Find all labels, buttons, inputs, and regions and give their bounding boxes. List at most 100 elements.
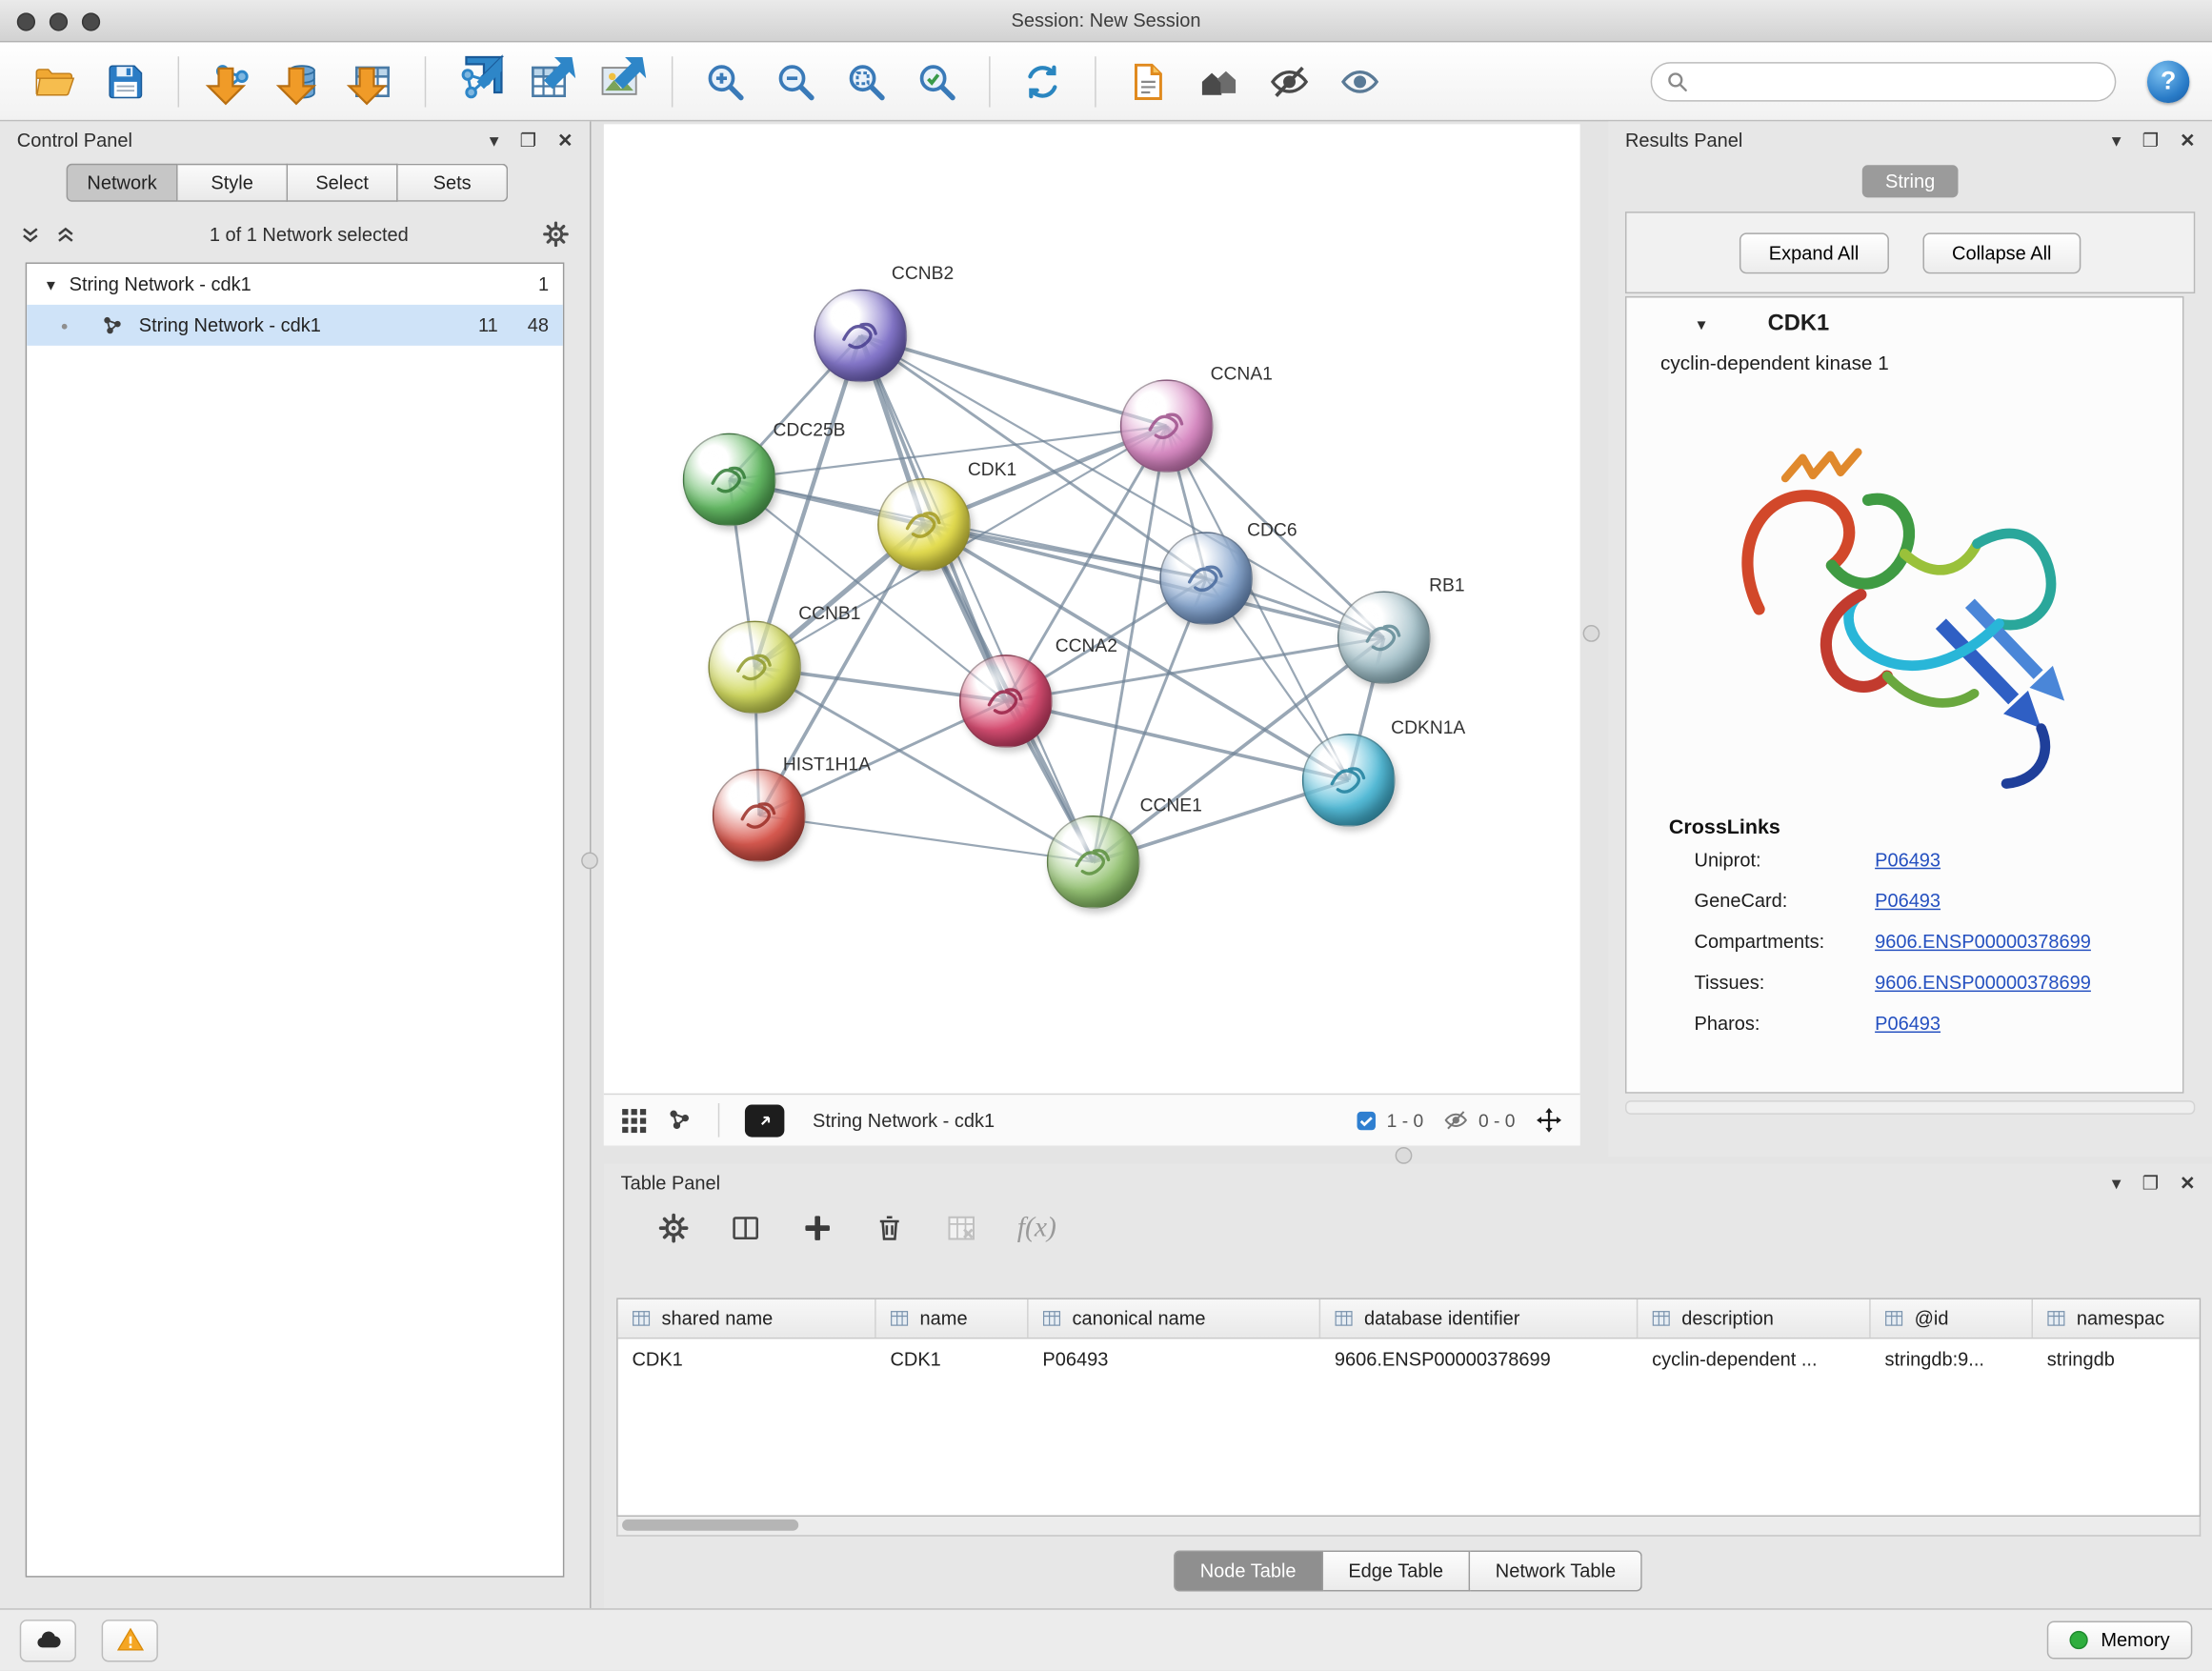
import-network-file-button[interactable] <box>199 50 264 112</box>
network-canvas[interactable]: CCNB2CCNA1CDC25BCDK1CDC6RB1CCNB1CCNA2CDK… <box>604 124 1580 1093</box>
column-header-namespace[interactable]: namespac <box>2033 1299 2201 1338</box>
network-node-RB1[interactable] <box>1337 591 1431 684</box>
export-arrow-icon <box>604 53 646 95</box>
function-builder-button[interactable]: f(x) <box>1017 1212 1056 1244</box>
hide-details-button[interactable] <box>1257 50 1321 112</box>
tree-expand-icon[interactable]: ▾ <box>47 274 55 294</box>
export-image-button[interactable] <box>587 50 652 112</box>
show-details-button[interactable] <box>1328 50 1393 112</box>
trash-icon <box>874 1212 906 1244</box>
help-button[interactable]: ? <box>2147 60 2189 102</box>
network-node-CCNA1[interactable] <box>1120 379 1214 473</box>
network-edge[interactable] <box>860 335 1093 861</box>
crosslink-link[interactable]: P06493 <box>1875 890 1941 911</box>
network-edge[interactable] <box>860 335 1166 426</box>
tab-edge-table[interactable]: Edge Table <box>1323 1551 1470 1592</box>
network-collection-row[interactable]: ▾ String Network - cdk1 1 <box>27 264 563 305</box>
network-node-CDC6[interactable] <box>1159 532 1253 625</box>
panel-collapse-icon[interactable]: ▾ <box>2112 131 2122 149</box>
table-options-button[interactable] <box>657 1212 690 1244</box>
add-column-button[interactable] <box>801 1212 834 1244</box>
panel-close-icon[interactable]: ✕ <box>557 131 573 149</box>
tab-network[interactable]: Network <box>67 164 178 202</box>
memory-button[interactable]: Memory <box>2047 1621 2192 1660</box>
tab-network-table[interactable]: Network Table <box>1470 1551 1642 1592</box>
network-node-CDKN1A[interactable] <box>1302 734 1396 827</box>
zoom-selected-button[interactable] <box>904 50 969 112</box>
section-expand-icon[interactable]: ▾ <box>1698 314 1706 334</box>
expand-all-button[interactable] <box>55 224 76 245</box>
zoom-fit-button[interactable] <box>834 50 898 112</box>
cloud-status-button[interactable] <box>20 1619 76 1661</box>
crosslink-link[interactable]: 9606.ENSP00000378699 <box>1875 972 2091 993</box>
pan-mode-button[interactable] <box>1535 1106 1563 1135</box>
refresh-view-button[interactable] <box>1010 50 1075 112</box>
splitter-handle[interactable] <box>1583 625 1600 642</box>
expand-all-button[interactable]: Expand All <box>1739 232 1889 273</box>
window-zoom-button[interactable] <box>82 12 100 30</box>
zoom-out-button[interactable] <box>763 50 828 112</box>
table-horizontal-scrollbar[interactable] <box>616 1517 2201 1537</box>
column-header-database-identifier[interactable]: database identifier <box>1320 1299 1638 1338</box>
crosslink-link[interactable]: 9606.ENSP00000378699 <box>1875 931 2091 952</box>
column-header-canonical-name[interactable]: canonical name <box>1029 1299 1321 1338</box>
import-table-button[interactable] <box>340 50 405 112</box>
network-node-CDK1[interactable] <box>877 478 971 572</box>
column-header-shared-name[interactable]: shared name <box>618 1299 876 1338</box>
home-button[interactable] <box>1186 50 1251 112</box>
warnings-button[interactable] <box>102 1619 158 1661</box>
tab-style[interactable]: Style <box>178 164 289 202</box>
network-node-CDC25B[interactable] <box>683 433 776 527</box>
network-options-button[interactable] <box>542 220 571 249</box>
tab-sets[interactable]: Sets <box>398 164 509 202</box>
network-node-CCNA2[interactable] <box>959 654 1053 748</box>
column-header-id[interactable]: @id <box>1871 1299 2033 1338</box>
table-row[interactable]: CDK1 CDK1 P06493 9606.ENSP00000378699 cy… <box>618 1339 2200 1378</box>
network-node-CCNB2[interactable] <box>814 290 907 383</box>
network-item-row[interactable]: ● String Network - cdk1 11 48 <box>27 305 563 346</box>
open-session-button[interactable] <box>23 50 88 112</box>
export-table-button[interactable] <box>516 50 581 112</box>
network-node-CCNE1[interactable] <box>1047 815 1140 909</box>
selection-checkbox-icon[interactable] <box>1356 1110 1377 1131</box>
column-header-description[interactable]: description <box>1638 1299 1870 1338</box>
collapse-all-button[interactable]: Collapse All <box>1922 232 2081 273</box>
panel-collapse-icon[interactable]: ▾ <box>490 131 499 149</box>
zoom-in-button[interactable] <box>693 50 757 112</box>
splitter-handle[interactable] <box>581 852 598 869</box>
collapse-all-button[interactable] <box>20 224 41 245</box>
crosslink-link[interactable]: P06493 <box>1875 1013 1941 1034</box>
splitter-handle[interactable] <box>1396 1147 1413 1164</box>
panel-float-icon[interactable]: ❐ <box>520 131 536 149</box>
network-node-HIST1H1A[interactable] <box>713 769 806 862</box>
network-overview-button[interactable] <box>667 1108 693 1134</box>
network-node-CCNB1[interactable] <box>708 621 801 715</box>
panel-close-icon[interactable]: ✕ <box>2180 1173 2195 1191</box>
gene-section-header[interactable]: ▾ CDK1 <box>1626 297 2182 351</box>
show-columns-button[interactable] <box>730 1212 762 1244</box>
detach-view-button[interactable] <box>745 1104 784 1137</box>
tab-node-table[interactable]: Node Table <box>1174 1551 1323 1592</box>
results-horizontal-scrollbar[interactable] <box>1625 1100 2195 1115</box>
tab-select[interactable]: Select <box>288 164 398 202</box>
grid-view-button[interactable] <box>621 1107 648 1134</box>
panel-close-icon[interactable]: ✕ <box>2180 131 2195 149</box>
panel-collapse-icon[interactable]: ▾ <box>2112 1173 2122 1191</box>
window-close-button[interactable] <box>17 12 35 30</box>
delete-column-button[interactable] <box>874 1212 906 1244</box>
crosslink-link[interactable]: P06493 <box>1875 850 1941 871</box>
eye-strikethrough-icon[interactable] <box>1443 1108 1469 1134</box>
window-minimize-button[interactable] <box>50 12 68 30</box>
scrollbar-thumb[interactable] <box>622 1520 798 1531</box>
panel-float-icon[interactable]: ❐ <box>2142 1173 2159 1191</box>
save-session-button[interactable] <box>93 50 158 112</box>
document-button[interactable] <box>1116 50 1180 112</box>
panel-float-icon[interactable]: ❐ <box>2142 131 2159 149</box>
search-input[interactable] <box>1699 70 2101 93</box>
network-edge[interactable] <box>759 815 1094 862</box>
export-network-button[interactable] <box>446 50 511 112</box>
import-network-database-button[interactable] <box>270 50 334 112</box>
tab-string[interactable]: String <box>1862 165 1958 197</box>
network-edge[interactable] <box>1006 701 1349 780</box>
column-header-name[interactable]: name <box>876 1299 1029 1338</box>
